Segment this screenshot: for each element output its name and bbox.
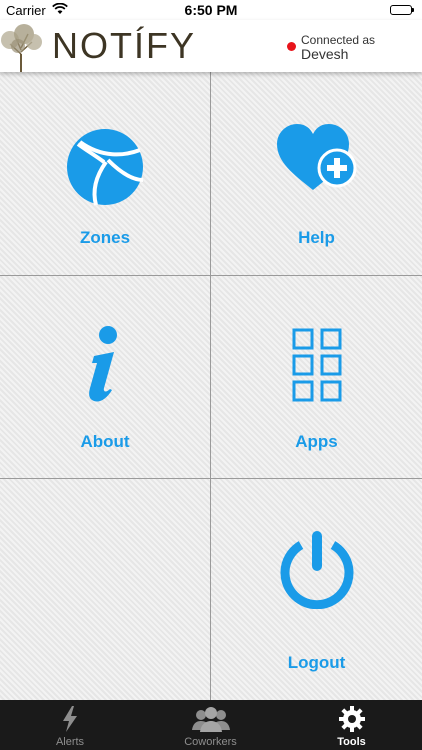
heart-plus-icon xyxy=(276,124,356,190)
status-time: 6:50 PM xyxy=(184,2,238,18)
people-icon xyxy=(191,707,230,732)
zones-tile[interactable]: Zones xyxy=(0,72,210,275)
logout-label: Logout xyxy=(287,653,346,672)
tools-grid: Zones Help About Apps Logout xyxy=(0,72,422,700)
logout-tile[interactable]: Logout xyxy=(211,479,422,700)
apps-label: Apps xyxy=(295,432,338,451)
tab-coworkers-label: Coworkers xyxy=(184,736,237,748)
tab-tools[interactable]: Tools xyxy=(281,700,422,750)
empty-tile xyxy=(0,479,210,700)
zones-label: Zones xyxy=(79,228,131,247)
about-label: About xyxy=(80,432,130,451)
tab-alerts[interactable]: Alerts xyxy=(0,700,140,750)
help-label: Help xyxy=(298,228,335,247)
connected-as-label: Connected as xyxy=(301,33,376,47)
globe-icon xyxy=(67,129,144,206)
connected-user-name: Devesh xyxy=(301,46,349,62)
bottom-tab-bar: Alerts Coworkers Tools xyxy=(0,700,422,750)
tree-logo-icon xyxy=(1,24,42,72)
apps-tile[interactable]: Apps xyxy=(211,276,422,478)
about-tile[interactable]: About xyxy=(0,276,210,478)
tab-tools-label: Tools xyxy=(337,736,366,748)
tab-alerts-label: Alerts xyxy=(55,736,85,748)
grid-icon xyxy=(292,328,341,402)
app-logo-text: NOTÍFY xyxy=(52,25,196,66)
lightning-icon xyxy=(63,706,77,732)
info-icon xyxy=(89,326,117,402)
gear-icon xyxy=(338,706,365,732)
connection-status-dot xyxy=(287,42,296,51)
help-tile[interactable]: Help xyxy=(211,72,422,275)
status-bar: Carrier 6:50 PM xyxy=(0,0,422,20)
tab-coworkers[interactable]: Coworkers xyxy=(140,700,281,750)
power-icon xyxy=(280,531,353,609)
battery-icon xyxy=(390,5,414,15)
